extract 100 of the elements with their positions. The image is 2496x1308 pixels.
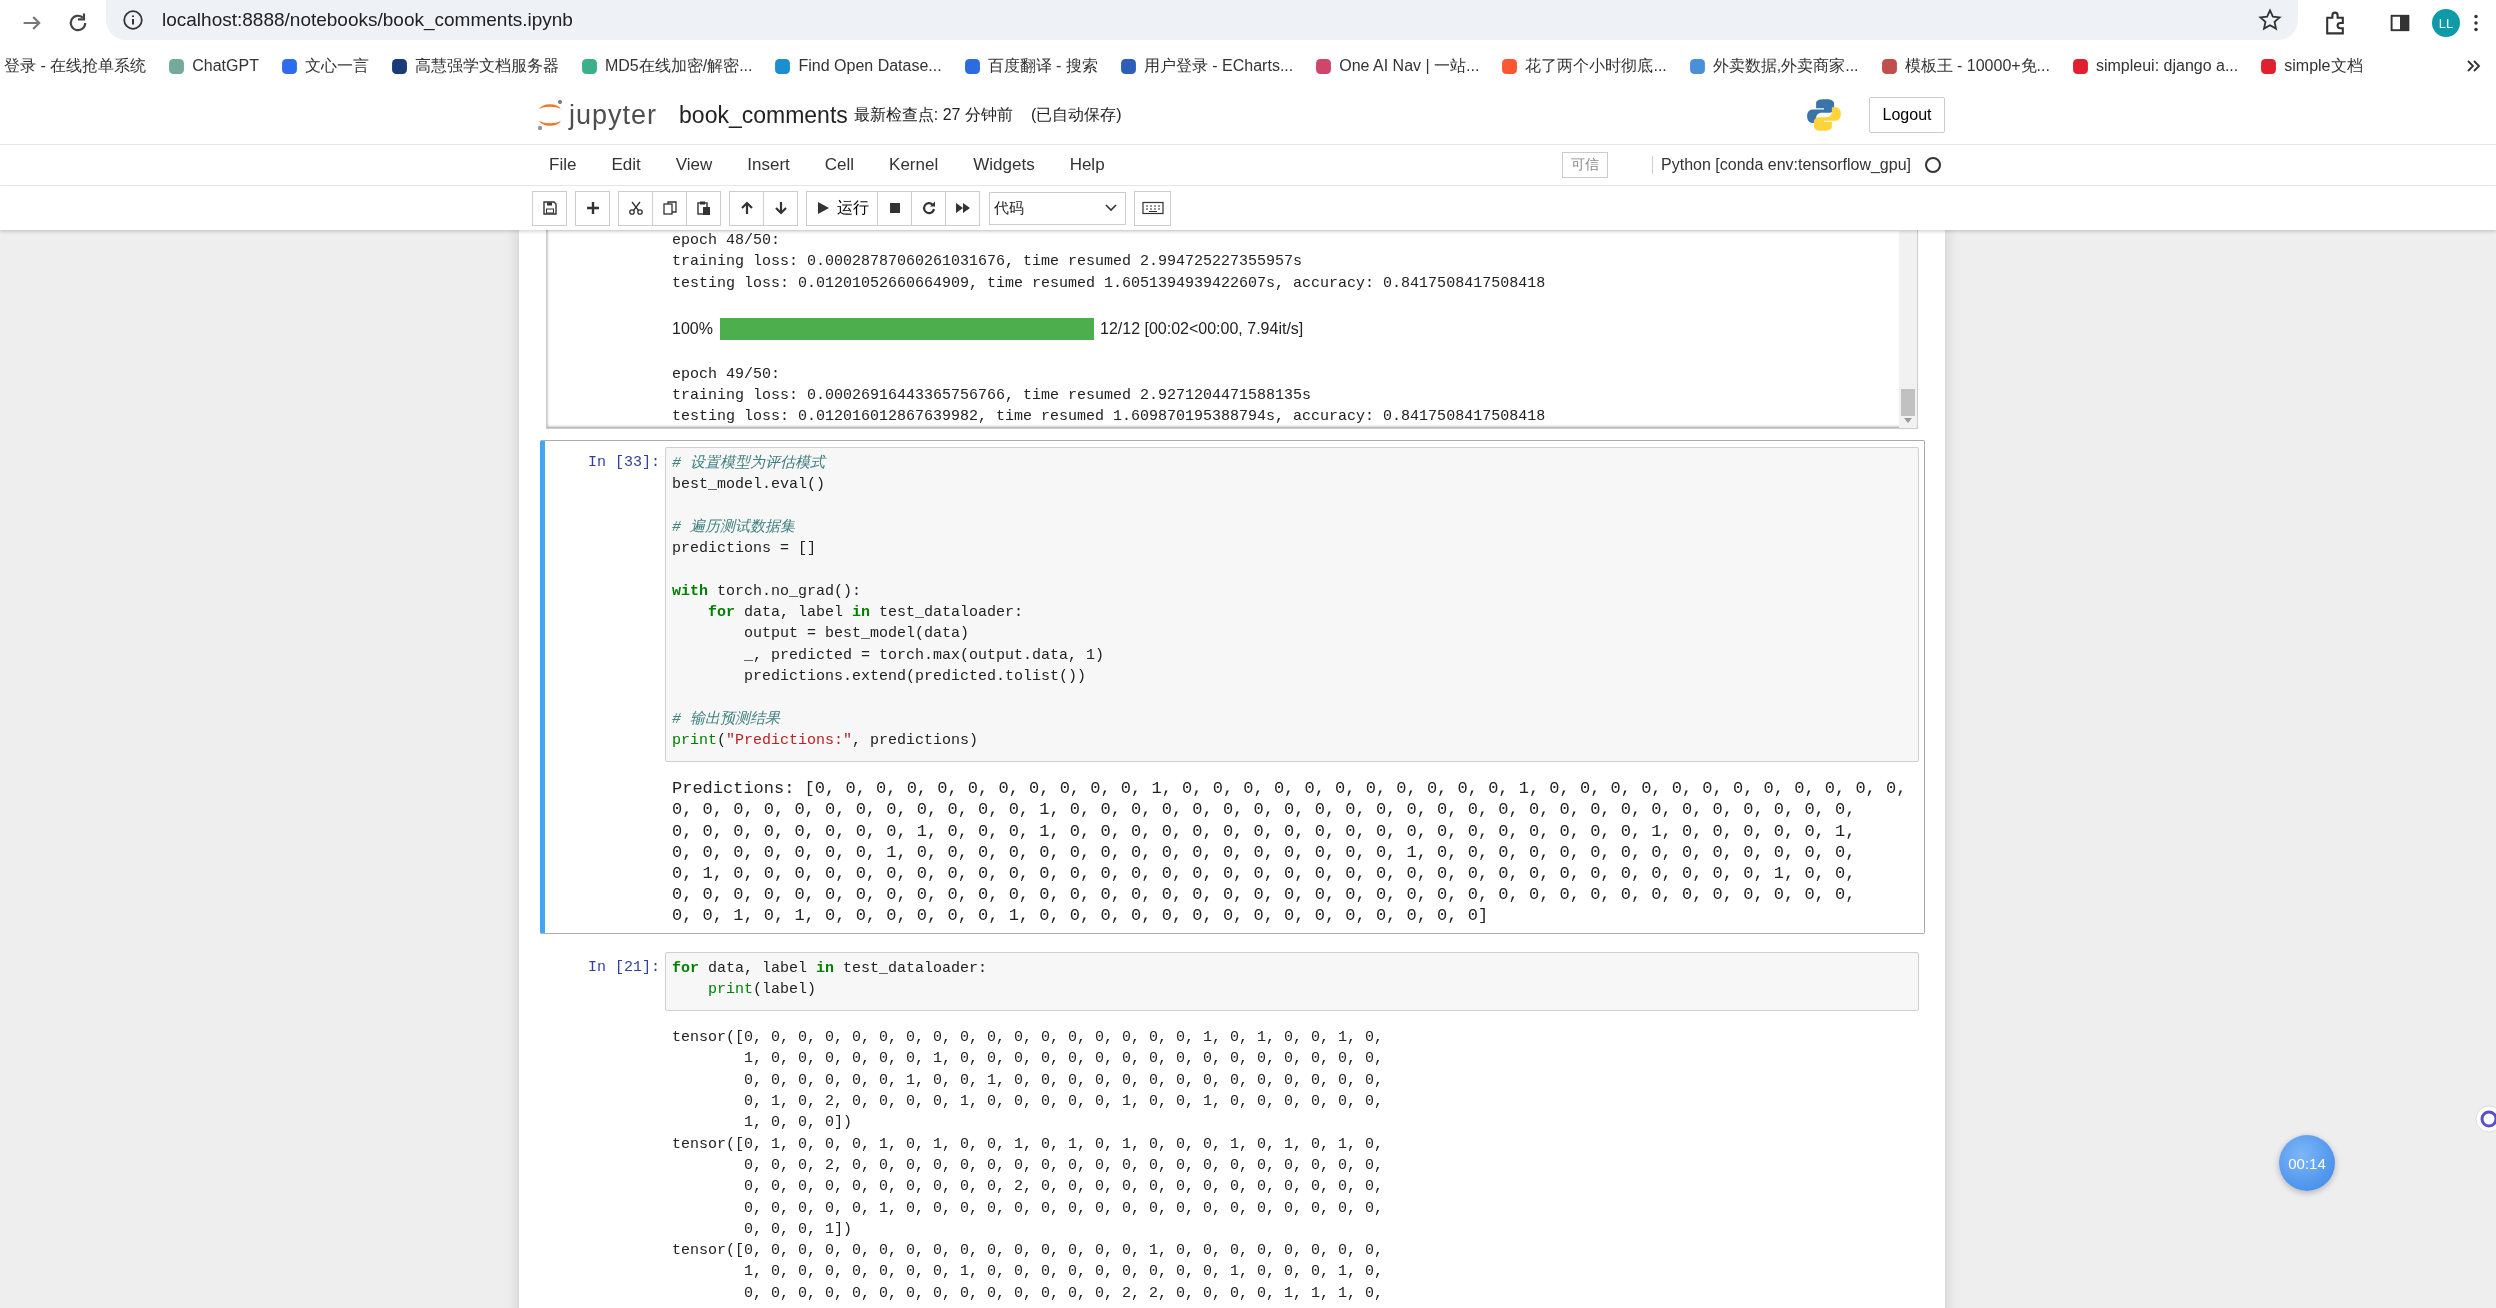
plus-icon: [584, 200, 601, 216]
more-menu-icon[interactable]: [2472, 12, 2480, 34]
kernel-name[interactable]: Python [conda env:tensorflow_gpu]: [1652, 156, 1911, 174]
output-line: 0, 1, 0, 0, 0, 0, 0, 0, 0, 0, 0, 0, 0, 0, 0, 0, 0, 0, 0, 0, 0, 0, 0, 0, 0, 0, 0, 0, 0, 0, 0, 0, 0, 0, 0, 0, 1, 0, 0,: [672, 862, 1857, 885]
output-line: 0, 0, 0, 0, 0, 0, 0, 0, 1, 0, 0, 0, 1, 0, 0, 0, 0, 0, 0, 0, 0, 0, 0, 0, 0, 0, 0, 0, 0, 0, 0, 0, 1, 0, 0, 0, 0, 0, 1,: [672, 820, 1857, 842]
output-line: 0, 0, 0, 0, 0, 0, 0, 0, 0, 0, 0, 0, 1, 0, 0, 0, 0, 0, 0, 0, 0, 0, 0, 0, 0, 0, 0, 0, 0, 0, 0, 0, 0, 0, 0, 0, 0, 0, 0,: [672, 799, 1857, 821]
code-line: predictions = []: [672, 539, 818, 560]
logout-button[interactable]: Logout: [1869, 97, 1945, 133]
bookmark[interactable]: 登录 - 在线抢单系统: [4, 55, 147, 77]
output-line: tensor([0, 1, 0, 0, 0, 1, 0, 1, 0, 0, 1, 0, 1, 0, 1, 0, 0, 0, 1, 0, 1, 0, 1, 0,: [672, 1134, 1385, 1155]
shortcuts-button[interactable]: [1134, 190, 1171, 226]
code-editor[interactable]: for data, label in test_dataloader: print(label): [665, 951, 1919, 1012]
copy-button[interactable]: [652, 190, 687, 226]
arrow-down-icon: [772, 200, 789, 216]
info-icon[interactable]: [122, 9, 144, 31]
output-line: epoch 49/50:: [672, 364, 782, 385]
bookmark[interactable]: 文心一言: [280, 55, 369, 77]
run-all-button[interactable]: [945, 190, 980, 226]
stop-button[interactable]: [877, 190, 912, 226]
output-line: 0, 0, 0, 0, 0, 0, 0, 0, 0, 0, 0, 0, 0, 0, 2, 2, 0, 0, 0, 0, 1, 1, 1, 0,: [743, 1283, 1385, 1304]
output-line: testing loss: 0.012016012867639982, time resumed 1.609870195388794s, accuracy: 0.8417508417508418: [672, 407, 1547, 428]
play-icon: [815, 200, 831, 216]
cut-button[interactable]: [618, 190, 653, 226]
output-line: 1, 0, 0, 0, 0, 0, 0, 0, 1, 0, 0, 0, 0, 0, 0, 0, 0, 0, 1, 0, 0, 0, 1, 0,: [743, 1262, 1385, 1283]
output-line: 0, 1, 0, 2, 0, 0, 0, 0, 1, 0, 0, 0, 0, 0, 1, 0, 0, 1, 0, 0, 0, 0, 0, 0,: [743, 1092, 1385, 1113]
side-widget-icon[interactable]: [2474, 1104, 2496, 1134]
output-line: 0, 0, 0, 0, 0, 0, 1, 0, 0, 1, 0, 0, 0, 0, 0, 0, 0, 0, 0, 0, 0, 0, 0, 0,: [743, 1070, 1385, 1091]
restart-icon: [920, 200, 937, 216]
notebook-name[interactable]: book_comments: [679, 101, 848, 129]
restart-button[interactable]: [911, 190, 946, 226]
bookmark[interactable]: ChatGPT: [168, 57, 259, 75]
code-line: # 输出预测结果: [672, 709, 782, 730]
menu-item[interactable]: File: [549, 155, 577, 175]
trusted-badge[interactable]: 可信: [1562, 152, 1609, 178]
output-line: tensor([0, 0, 0, 0, 0, 0, 0, 0, 0, 0, 0, 0, 0, 0, 0, 1, 0, 0, 0, 0, 0, 0, 0, 0,: [672, 1241, 1385, 1262]
code-line: # 设置模型为评估模式: [672, 453, 828, 474]
move-up-button[interactable]: [729, 190, 764, 226]
cell-type-select[interactable]: 代码: [989, 191, 1126, 225]
code-line: best_model.eval(): [672, 475, 827, 496]
address-bar[interactable]: localhost:8888/notebooks/book_comments.ipynb: [106, 0, 2298, 40]
output-line: Predictions: [0, 0, 0, 0, 0, 0, 0, 0, 0, 0, 0, 1, 0, 0, 0, 0, 0, 0, 0, 0, 0, 0, 0, 1, 0, 0, 0, 0, 0, 0, 0, 0, 0, 0, 0, 0,: [672, 778, 1908, 800]
output-line: 0, 0, 0, 0, 0, 0, 0, 0, 0, 0, 0, 0, 0, 0, 0, 0, 0, 0, 0, 0, 0, 0, 0, 0, 0, 0, 0, 0, 0, 0, 0, 0, 0, 0, 0, 0, 0, 0, 0,: [672, 884, 1857, 906]
code-line: for data, label in test_dataloader:: [707, 603, 1025, 624]
copy-icon: [661, 200, 678, 216]
floppy-icon: [541, 200, 558, 216]
menu-item[interactable]: Cell: [824, 155, 855, 175]
logo-arcs-icon: [535, 98, 565, 132]
menu-item[interactable]: Insert: [747, 155, 790, 175]
bookmark[interactable]: 外卖数据,外卖商家...: [1688, 55, 1859, 77]
bookmark[interactable]: MD5在线加密/解密...: [580, 55, 753, 77]
progress-info: 12/12 [00:02<00:00, 7.94it/s]: [1100, 319, 1304, 338]
output-line: 0, 0, 0, 0, 0, 0, 0, 1, 0, 0, 0, 0, 0, 0, 0, 0, 0, 0, 0, 0, 0, 0, 0, 0, 1, 0, 0, 0, 0, 0, 0, 0, 0, 0, 0, 0, 0, 0, 0,: [672, 841, 1857, 863]
code-line: # 遍历测试数据集: [672, 517, 796, 538]
output-line: 0, 0, 0, 1]): [743, 1219, 854, 1240]
code-line: print("Predictions:", predictions): [672, 730, 980, 751]
scrollbar-thumb[interactable]: [1901, 389, 1915, 416]
output-line: 0, 0, 1, 0, 1, 0, 0, 0, 0, 0, 0, 1, 0, 0, 0, 0, 0, 0, 0, 0, 0, 0, 0, 0, 0, 0, 0]: [672, 905, 1490, 927]
code-line: for data, label in test_dataloader:: [672, 958, 989, 979]
code-line: print(label): [707, 979, 818, 1000]
bookmark[interactable]: Find Open Datase...: [774, 57, 942, 75]
menu-item[interactable]: Edit: [611, 155, 641, 175]
output-line: tensor([0, 0, 0, 0, 0, 0, 0, 0, 0, 0, 0, 0, 0, 0, 0, 0, 0, 1, 0, 1, 0, 0, 1, 0,: [672, 1028, 1385, 1049]
output-line: testing loss: 0.01201052660664909, time resumed 1.6051394939422607s, accuracy: 0.8417508417508418: [672, 273, 1547, 294]
progress-percent: 100%: [672, 319, 714, 338]
output-line: 0, 0, 0, 0, 0, 1, 0, 0, 0, 0, 0, 0, 0, 0, 0, 0, 0, 0, 0, 0, 0, 0, 0, 0,: [743, 1198, 1385, 1219]
bookmark[interactable]: simpleui: django a...: [2071, 57, 2239, 75]
scrollbar[interactable]: [1899, 230, 1917, 428]
fast-forward-icon: [954, 200, 971, 216]
menu-item[interactable]: View: [675, 155, 713, 175]
code-line: with torch.no_grad():: [672, 581, 863, 602]
move-down-button[interactable]: [763, 190, 798, 226]
bookmark[interactable]: 模板王 - 10000+免...: [1880, 55, 2050, 77]
logo-text: jupyter: [569, 99, 658, 131]
output-line: 1, 0, 0, 0, 0, 0, 0, 1, 0, 0, 0, 0, 0, 0, 0, 0, 0, 0, 0, 0, 0, 0, 0, 0,: [743, 1049, 1385, 1070]
bookmark[interactable]: 用户登录 - ECharts...: [1119, 55, 1294, 77]
menu-item[interactable]: Widgets: [973, 155, 1035, 175]
menu-item[interactable]: Help: [1069, 155, 1105, 175]
insert-cell-button[interactable]: [575, 190, 610, 226]
bookmark[interactable]: One AI Nav | 一站...: [1315, 55, 1480, 77]
code-line: _, predicted = torch.max(output.data, 1): [743, 645, 1106, 666]
output-line: 0, 0, 0, 0, 0, 0, 0, 0, 0, 0, 2, 0, 0, 0, 0, 0, 0, 0, 0, 0, 0, 0, 0, 0,: [743, 1177, 1385, 1198]
scissors-icon: [627, 200, 644, 216]
bookmark[interactable]: simple文档: [2260, 55, 2363, 77]
bookmark[interactable]: 花了两个小时彻底...: [1501, 55, 1667, 77]
caret-icon: [1105, 204, 1117, 212]
url-text: localhost:8888/notebooks/book_comments.ipynb: [162, 9, 574, 31]
cell-prompt: In [33]:: [587, 453, 661, 473]
save-button[interactable]: [532, 190, 567, 226]
bookmark[interactable]: 高慧强学文档服务器: [390, 55, 559, 77]
bookmark[interactable]: 百度翻译 - 搜索: [963, 55, 1098, 77]
star-icon[interactable]: [2258, 8, 2282, 32]
output-line: training loss: 0.00028787060261031676, time resumed 2.994725227355957s: [672, 252, 1304, 273]
run-button[interactable]: 运行: [806, 190, 878, 226]
clipboard-icon: [695, 200, 712, 216]
menu-item[interactable]: Kernel: [889, 155, 939, 175]
autosave-text: (已自动保存): [1030, 104, 1122, 125]
logo-icon: [1806, 97, 1842, 133]
output-line: 1, 0, 0, 0]): [743, 1113, 854, 1134]
code-cell[interactable]: [540, 440, 1925, 934]
paste-button[interactable]: [686, 190, 721, 226]
